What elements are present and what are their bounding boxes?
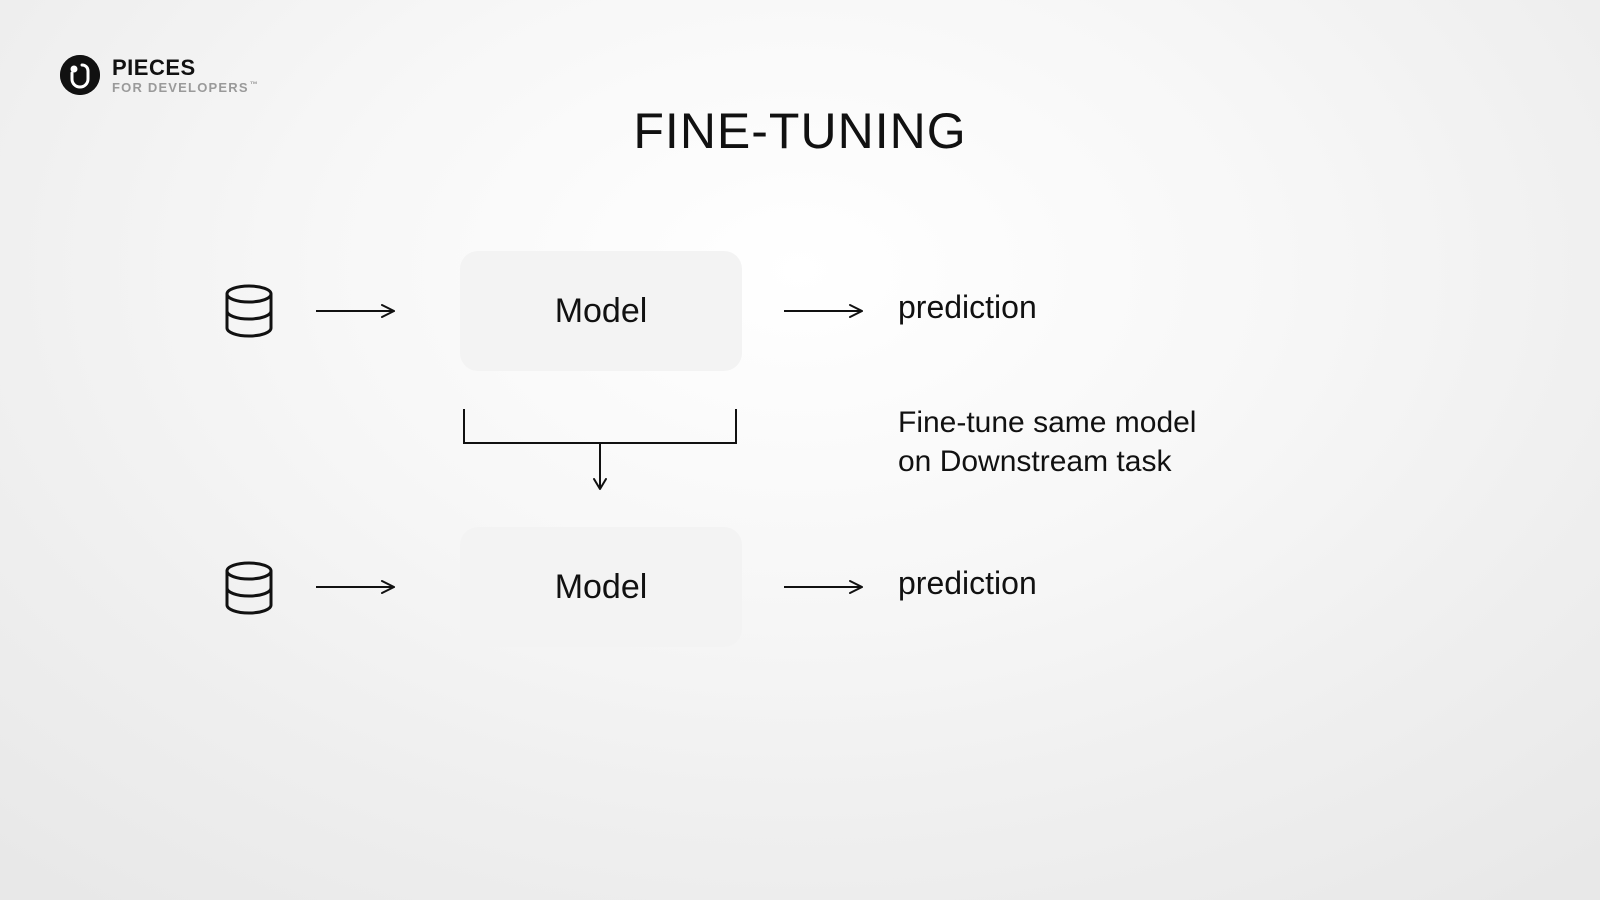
model-box-bottom: Model [460, 527, 742, 647]
database-icon [222, 284, 276, 338]
annotation-text: Fine-tune same model on Downstream task [898, 403, 1196, 481]
arrow-icon [784, 301, 874, 321]
arrow-icon [316, 577, 406, 597]
database-icon [222, 561, 276, 615]
arrow-icon [316, 301, 406, 321]
bracket-down-icon [462, 409, 738, 499]
model-box-label: Model [555, 292, 648, 331]
model-box-label: Model [555, 568, 648, 607]
arrow-icon [784, 577, 874, 597]
model-box-top: Model [460, 251, 742, 371]
diagram-canvas: Model prediction Fine-tune same model on… [0, 0, 1600, 900]
output-label-bottom: prediction [898, 565, 1037, 602]
output-label-top: prediction [898, 289, 1037, 326]
